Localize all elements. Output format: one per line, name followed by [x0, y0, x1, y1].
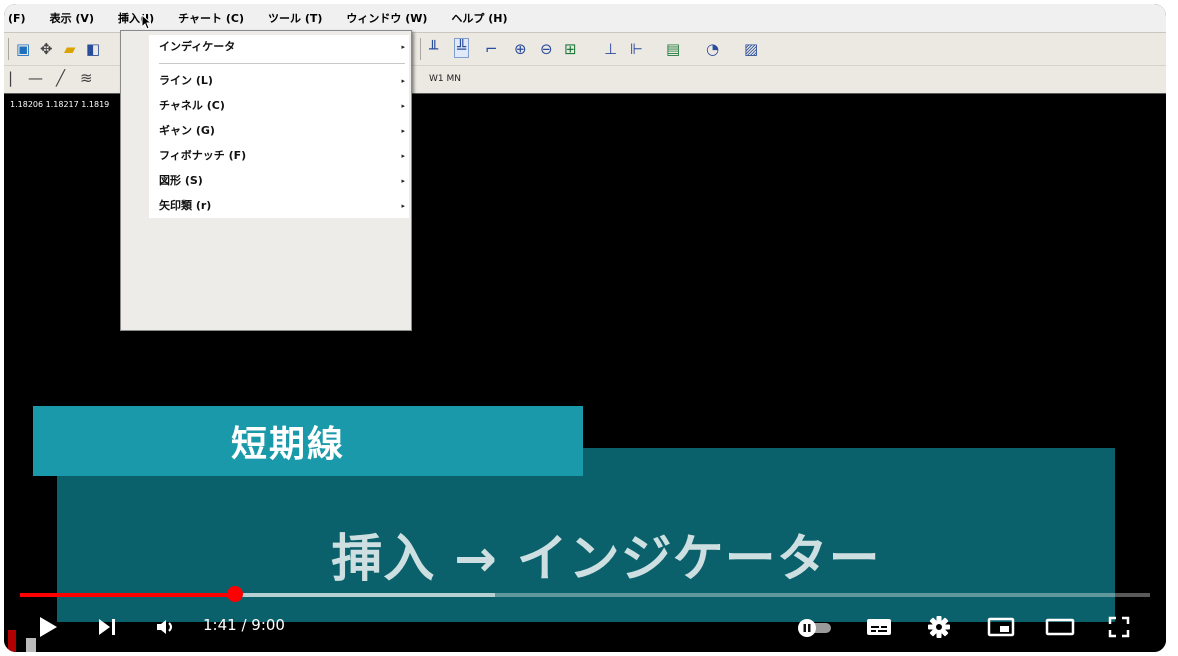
menu-item-label: チャネル (C) [159, 99, 225, 112]
next-button[interactable] [92, 612, 122, 642]
mouse-cursor-icon [141, 14, 151, 30]
menu-window[interactable]: ウィンドウ (W) [346, 10, 427, 26]
window-icon[interactable]: ◧ [86, 40, 100, 58]
fullscreen-icon [1108, 616, 1130, 638]
menu-item-label: 矢印類 (r) [159, 199, 212, 212]
templates-icon[interactable]: ▨ [744, 40, 758, 58]
menu-item-label: フィボナッチ (F) [159, 149, 247, 162]
line-chart-icon[interactable]: ⌐ [485, 40, 498, 58]
play-icon [40, 617, 57, 637]
submenu-arrow-icon: ▸ [401, 152, 405, 160]
miniplayer-icon [987, 617, 1015, 637]
autoplay-toggle[interactable] [794, 612, 836, 642]
chart-shift-icon[interactable]: ⊩ [630, 40, 643, 58]
time-display: 1:41 / 9:00 [203, 616, 285, 634]
settings-button[interactable] [922, 612, 956, 642]
price-readout: 1.18206 1.18217 1.1819 [10, 100, 110, 109]
main-caption-text: 挿入 → インジケーター [331, 530, 881, 589]
chart-candle [26, 638, 36, 652]
submenu-arrow-icon: ▸ [401, 77, 405, 85]
video-player[interactable]: (F) 表示 (V) 挿入(I) チャート (C) ツール (T) ウィンドウ … [4, 4, 1166, 652]
trend-line-icon[interactable]: ╱ [56, 69, 65, 87]
subtitles-icon [867, 619, 891, 635]
subtitles-button[interactable] [862, 612, 896, 642]
volume-button[interactable] [150, 612, 180, 642]
fibonacci-icon[interactable]: ≋ [80, 69, 93, 87]
submenu-arrow-icon: ▸ [401, 177, 405, 185]
menu-item-label: ギャン (G) [159, 124, 215, 137]
submenu-arrow-icon: ▸ [401, 43, 405, 51]
menu-chart[interactable]: チャート (C) [178, 10, 244, 26]
menu-file[interactable]: (F) [8, 12, 26, 25]
chart-candle [8, 630, 16, 652]
next-icon [99, 619, 115, 635]
menu-item-lines[interactable]: ライン (L) ▸ [159, 71, 405, 91]
volume-icon [157, 620, 172, 634]
candle-chart-icon[interactable]: ╩ [454, 38, 470, 58]
short-caption-banner: 短期線 [33, 406, 583, 476]
short-caption-text: 短期線 [230, 424, 345, 465]
menu-item-label: ライン (L) [159, 74, 213, 87]
menu-item-channels[interactable]: チャネル (C) ▸ [159, 96, 405, 116]
horizontal-line-icon[interactable]: — [28, 69, 43, 87]
submenu-arrow-icon: ▸ [401, 202, 405, 210]
zoom-out-icon[interactable]: ⊖ [540, 40, 553, 58]
submenu-arrow-icon: ▸ [401, 102, 405, 110]
toolbar-separator [8, 38, 9, 60]
menu-help[interactable]: ヘルプ (H) [451, 10, 507, 26]
menu-item-label: インディケータ [159, 40, 236, 53]
folder-icon[interactable]: ▰ [64, 40, 76, 58]
menu-view[interactable]: 表示 (V) [50, 10, 94, 26]
autoscroll-icon[interactable]: ⊥ [604, 40, 617, 58]
menu-item-arrows[interactable]: 矢印類 (r) ▸ [159, 196, 405, 216]
menu-item-fibonacci[interactable]: フィボナッチ (F) ▸ [159, 146, 405, 166]
crosshair-icon[interactable]: ✥ [40, 40, 53, 58]
miniplayer-button[interactable] [984, 612, 1018, 642]
play-button[interactable] [32, 612, 64, 642]
new-chart-icon[interactable]: ▣ [16, 40, 30, 58]
period-clock-icon[interactable]: ◔ [706, 40, 719, 58]
theater-icon [1045, 618, 1075, 636]
bar-chart-icon[interactable]: ╨ [429, 40, 438, 58]
menu-item-gann[interactable]: ギャン (G) ▸ [159, 121, 405, 141]
fullscreen-button[interactable] [1102, 612, 1136, 642]
toolbar-separator [420, 38, 421, 60]
timeframe-labels[interactable]: W1 MN [429, 74, 461, 84]
menu-separator [159, 63, 405, 64]
theater-mode-button[interactable] [1042, 612, 1078, 642]
indicator-add-icon[interactable]: ▤ [666, 40, 680, 58]
menu-item-shapes[interactable]: 図形 (S) ▸ [159, 171, 405, 191]
app-menubar: (F) 表示 (V) 挿入(I) チャート (C) ツール (T) ウィンドウ … [4, 4, 1166, 32]
menu-item-label: 図形 (S) [159, 174, 203, 187]
toolbar-grip-icon: | [8, 69, 14, 87]
menu-item-indicators[interactable]: インディケータ ▸ [159, 37, 405, 57]
submenu-arrow-icon: ▸ [401, 127, 405, 135]
zoom-in-icon[interactable]: ⊕ [514, 40, 527, 58]
insert-dropdown-menu: インディケータ ▸ ライン (L) ▸ チャネル (C) ▸ ギャン (G) ▸… [120, 30, 412, 331]
tile-windows-icon[interactable]: ⊞ [564, 40, 577, 58]
menu-tools[interactable]: ツール (T) [268, 10, 322, 26]
settings-icon [928, 616, 950, 638]
autoplay-toggle-icon [798, 619, 831, 637]
played-bar [20, 593, 235, 597]
scrubber-handle[interactable] [226, 586, 243, 602]
progress-bar[interactable] [20, 593, 1150, 597]
